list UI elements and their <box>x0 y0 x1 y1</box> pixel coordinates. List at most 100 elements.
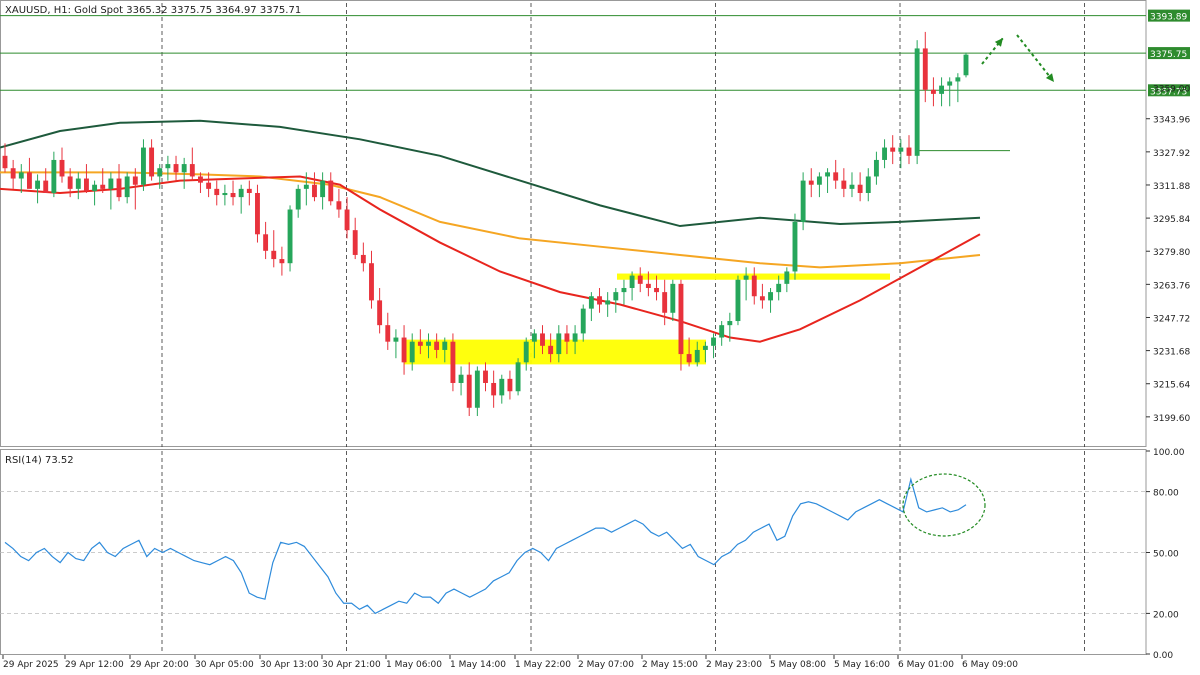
support-zone <box>404 339 706 365</box>
candle-body <box>678 283 684 355</box>
candle-body <box>393 337 399 342</box>
candle-body <box>499 378 505 396</box>
candle-body <box>548 345 554 355</box>
rsi-tick-label: 20.00 <box>1153 610 1179 620</box>
candle-body <box>426 341 431 346</box>
candle-body <box>26 172 32 189</box>
candle-body <box>409 341 415 363</box>
price-tick-label: 3295.84 <box>1153 215 1190 225</box>
candle-body <box>189 164 195 177</box>
candle-body <box>181 164 187 173</box>
candle-body <box>59 159 65 177</box>
candle-body <box>605 300 611 305</box>
candle-body <box>401 337 407 363</box>
candle-body <box>768 292 773 301</box>
time-tick-label: 6 May 01:00 <box>898 660 954 670</box>
candle-body <box>173 164 179 173</box>
candle-body <box>572 333 578 342</box>
candle-body <box>35 180 41 189</box>
price-tick-label: 3311.88 <box>1153 182 1190 192</box>
candle-body <box>588 296 594 309</box>
candle-body <box>51 159 57 193</box>
chart-background <box>0 0 1200 675</box>
candle-body <box>719 325 725 338</box>
candle-body <box>882 147 888 160</box>
rsi-tick-label: 80.00 <box>1153 489 1179 499</box>
candle-body <box>743 275 749 280</box>
candle-body <box>833 172 839 181</box>
candle-body <box>336 201 342 210</box>
candle-body <box>206 182 212 189</box>
candle-body <box>556 333 562 355</box>
candle-body <box>825 172 830 177</box>
candle-body <box>328 180 334 202</box>
candle-body <box>890 147 896 152</box>
candle-body <box>149 147 155 177</box>
candle-body <box>344 209 350 231</box>
level-price-label: 3393.89 <box>1150 13 1187 23</box>
candle-body <box>491 382 497 396</box>
candle-body <box>157 168 163 177</box>
candle-body <box>792 221 798 272</box>
candle-body <box>132 176 138 185</box>
candle-body <box>784 271 790 284</box>
price-tick-label: 3343.96 <box>1153 116 1190 126</box>
candle-body <box>947 81 953 86</box>
candle-body <box>540 333 545 346</box>
rsi-tick-label: 100.00 <box>1153 448 1185 458</box>
candle-body <box>295 188 301 210</box>
candle-body <box>531 333 537 342</box>
candle-body <box>434 341 440 350</box>
candle-body <box>898 147 904 152</box>
candle-body <box>369 263 374 301</box>
time-tick-label: 1 May 22:00 <box>515 660 571 670</box>
candle-body <box>75 178 81 189</box>
time-tick-label: 2 May 15:00 <box>642 660 698 670</box>
candle-body <box>352 230 358 255</box>
candle-body <box>246 188 252 193</box>
price-tick-label: 3199.60 <box>1153 414 1190 424</box>
candle-body <box>564 333 570 342</box>
candle-body <box>662 292 668 313</box>
price-tick-label: 3279.80 <box>1153 248 1190 258</box>
price-tick-label: 3231.68 <box>1153 348 1190 358</box>
candle-body <box>654 287 659 293</box>
price-tick-label: 3247.72 <box>1153 314 1190 324</box>
candle-body <box>694 349 700 363</box>
candle-body <box>417 341 423 346</box>
time-tick-label: 1 May 14:00 <box>450 660 506 670</box>
candle-body <box>759 296 765 301</box>
candle-body <box>360 254 366 264</box>
candle-body <box>702 345 708 350</box>
candle-body <box>963 54 969 76</box>
candle-body <box>141 147 146 185</box>
candle-body <box>873 159 879 177</box>
candle-body <box>841 180 847 189</box>
time-tick-label: 29 Apr 12:00 <box>65 660 124 670</box>
candle-body <box>312 184 317 198</box>
candle-body <box>637 275 643 284</box>
candle-body <box>800 180 806 222</box>
price-tick-label: 3263.76 <box>1153 281 1190 291</box>
candle-body <box>474 370 480 408</box>
symbol-header: XAUUSD, H1: Gold Spot 3365.32 3375.75 33… <box>5 5 301 16</box>
candle-body <box>67 176 73 189</box>
price-chart: 3393.893375.753357.733343.963327.923311.… <box>0 0 1200 675</box>
candle-body <box>849 184 855 189</box>
candle-body <box>865 176 871 193</box>
candle-body <box>124 176 130 198</box>
candle-body <box>597 296 602 305</box>
candle-body <box>686 354 692 363</box>
candle-body <box>271 250 277 260</box>
candle-body <box>222 192 228 196</box>
candle-body <box>580 308 586 334</box>
candle-body <box>906 147 912 156</box>
rsi-tick-label: 50.00 <box>1153 550 1179 560</box>
candle-body <box>214 188 220 196</box>
candle-body <box>621 287 627 293</box>
candle-body <box>165 164 171 169</box>
candle-body <box>523 341 529 363</box>
candle-body <box>466 374 472 408</box>
candle-body <box>116 178 122 198</box>
candle-body <box>10 168 16 179</box>
